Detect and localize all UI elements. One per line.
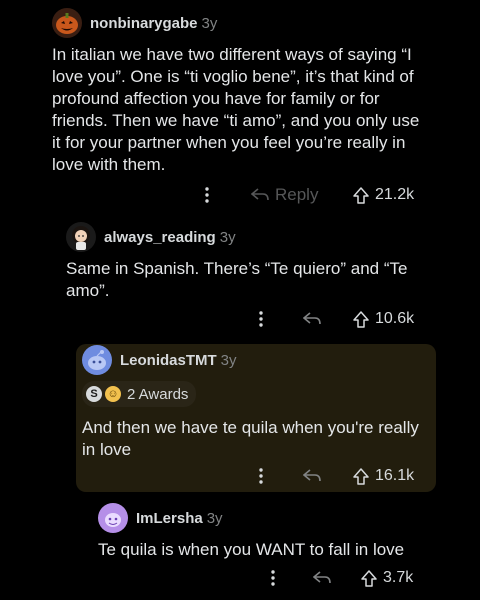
comment-age: 3y [219,228,236,246]
username[interactable]: LeonidasTMT [120,352,217,369]
comment-header: ImLersha 3y [98,503,438,533]
comment-body: In italian we have two different ways of… [52,45,420,174]
reply-icon [313,571,331,584]
comment-actions: 10.6k [259,306,435,332]
user-avatar[interactable] [52,8,82,38]
user-avatar[interactable] [66,222,96,252]
reply-button[interactable] [303,469,321,483]
comment-age: 3y [201,14,218,32]
more-options-icon[interactable] [259,468,263,484]
vote-count: 16.1k [375,467,415,484]
username[interactable]: ImLersha [136,510,203,527]
silver-award-icon: S [86,386,102,402]
comment-age: 3y [220,351,237,369]
reply-button[interactable] [303,312,321,326]
comment-header: always_reading 3y [66,222,436,252]
comment-imlersha: ImLersha 3y Te quila is when you WANT to… [98,503,438,561]
username[interactable]: always_reading [104,229,216,246]
upvote-control[interactable]: 3.7k [361,569,413,587]
girl-avatar-icon [72,226,90,250]
comment-header: nonbinarygabe 3y [52,8,432,38]
upvote-control[interactable]: 21.2k [353,186,414,204]
username[interactable]: nonbinarygabe [90,15,198,32]
more-options-icon[interactable] [205,187,209,203]
upvote-arrow-icon[interactable] [353,310,369,328]
upvote-arrow-icon[interactable] [353,186,369,204]
vote-count: 21.2k [375,186,415,203]
awards-count: 2 Awards [127,385,189,403]
reply-button[interactable] [313,571,331,585]
snoo-avatar-icon [105,513,121,527]
upvote-arrow-icon[interactable] [361,569,377,587]
awards-badge[interactable]: S ☺ 2 Awards [82,381,197,407]
upvote-control[interactable]: 16.1k [353,467,414,485]
comment-age: 3y [206,509,223,527]
comment-actions: 3.7k [271,565,435,591]
reply-icon [303,312,321,325]
comment-actions: 16.1k [259,463,435,489]
comment-body: Te quila is when you WANT to fall in lov… [98,540,405,559]
more-options-icon[interactable] [271,570,275,586]
comment-body: Same in Spanish. There’s “Te quiero” and… [66,259,408,300]
upvote-control[interactable]: 10.6k [353,310,414,328]
vote-count: 3.7k [383,569,414,586]
comment-nonbinarygabe: nonbinarygabe 3y In italian we have two … [52,8,432,176]
comment-body: And then we have te quila when you're re… [82,418,419,459]
upvote-arrow-icon[interactable] [353,467,369,485]
reply-icon [303,469,321,482]
reply-icon [251,188,269,201]
comment-header: LeonidasTMT 3y [82,345,432,375]
pumpkin-avatar-icon [56,13,78,34]
wholesome-award-icon: ☺ [105,386,121,402]
user-avatar[interactable] [82,345,112,375]
user-avatar[interactable] [98,503,128,533]
reply-button[interactable]: Reply [251,185,318,205]
reply-label: Reply [275,185,319,204]
comment-actions: Reply 21.2k [205,182,435,208]
snoo-avatar-icon [88,350,106,370]
vote-count: 10.6k [375,310,415,327]
comment-leonidastmt: LeonidasTMT 3y S ☺ 2 Awards And then we … [82,345,432,461]
more-options-icon[interactable] [259,311,263,327]
comment-always-reading: always_reading 3y Same in Spanish. There… [66,222,436,302]
